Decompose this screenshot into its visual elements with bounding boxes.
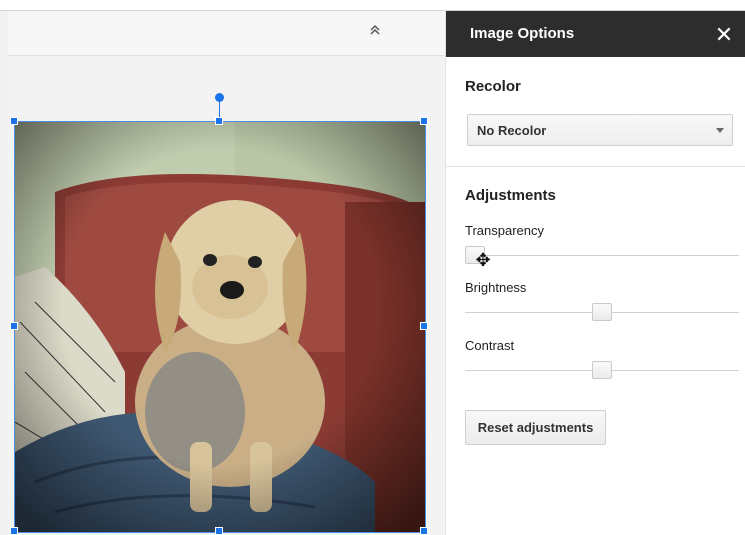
dog-photo (15, 122, 425, 532)
resize-handle-top-left[interactable] (10, 117, 18, 125)
panel-header: Image Options ✕ (446, 11, 745, 57)
section-divider (446, 166, 745, 167)
transparency-label: Transparency (465, 223, 544, 238)
rotation-handle[interactable] (215, 93, 224, 102)
window-top-border (0, 0, 745, 11)
double-chevron-up-icon[interactable] (364, 21, 386, 43)
resize-handle-bottom-right[interactable] (420, 527, 428, 535)
resize-handle-top-right[interactable] (420, 117, 428, 125)
contrast-label: Contrast (465, 338, 515, 353)
resize-handle-bottom-left[interactable] (10, 527, 18, 535)
resize-handle-right[interactable] (420, 322, 428, 330)
recolor-selected-value: No Recolor (477, 123, 547, 138)
resize-handle-bottom[interactable] (215, 527, 223, 535)
recolor-heading: Recolor (465, 78, 521, 95)
adjustments-heading: Adjustments (465, 187, 556, 204)
selected-image[interactable] (14, 121, 426, 533)
resize-handle-top[interactable] (215, 117, 223, 125)
resize-handle-left[interactable] (10, 322, 18, 330)
transparency-slider-track[interactable] (465, 255, 739, 256)
double-chevron-up-icon-svg (370, 24, 380, 35)
toolbar (8, 11, 445, 56)
caret-down-icon (716, 128, 724, 133)
move-cursor-icon: ✥ (475, 250, 491, 270)
panel-title: Image Options (470, 25, 575, 42)
close-icon[interactable]: ✕ (712, 23, 736, 47)
brightness-slider-thumb[interactable] (592, 303, 612, 321)
image-options-panel: Image Options ✕ Recolor No Recolor Adjus… (445, 11, 745, 535)
reset-adjustments-button[interactable]: Reset adjustments (465, 410, 606, 445)
contrast-slider-thumb[interactable] (592, 361, 612, 379)
brightness-label: Brightness (465, 280, 527, 295)
recolor-dropdown[interactable]: No Recolor (467, 114, 733, 146)
